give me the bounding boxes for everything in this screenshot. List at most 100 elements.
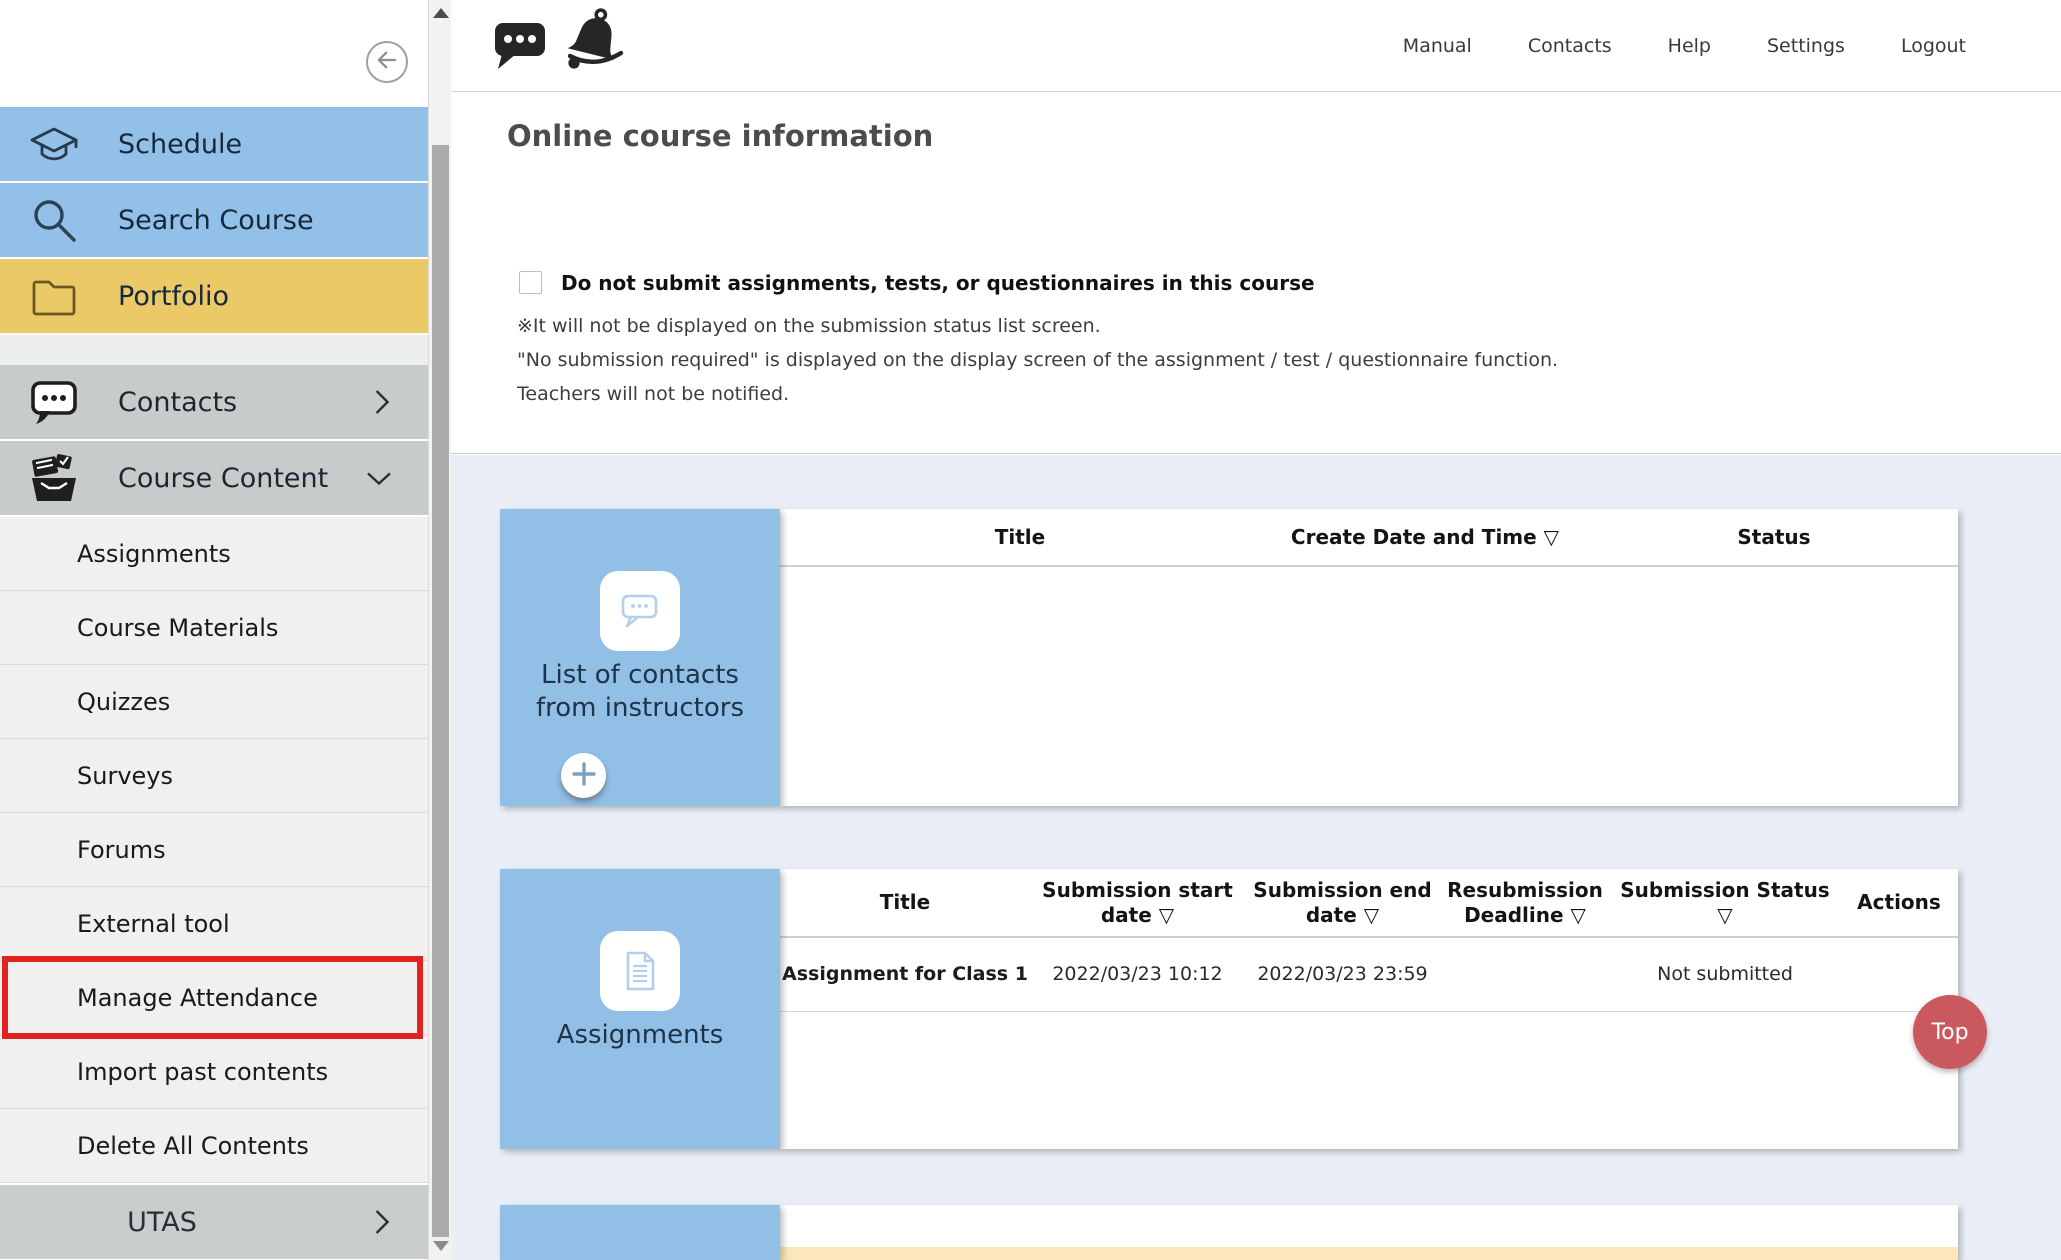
plus-icon <box>564 754 604 798</box>
sidebar-item-label: Import past contents <box>77 1058 328 1086</box>
sidebar-item-label: Course Materials <box>77 614 278 642</box>
column-header-resubmission-deadline[interactable]: Resubmission Deadline ▽ <box>1440 869 1610 936</box>
scroll-to-top-button[interactable]: Top <box>1913 995 1987 1069</box>
section-table: TitleSubmission start date ▽Submission e… <box>780 869 1958 1149</box>
magnifier-icon <box>28 194 80 246</box>
note-line: ※It will not be displayed on the submiss… <box>517 315 1558 337</box>
course-info-block: Online course information Do not submit … <box>451 93 2061 454</box>
section-assignments: AssignmentsTitleSubmission start date ▽S… <box>500 869 1958 1149</box>
chevron-right-icon <box>372 1207 394 1237</box>
no-submit-checkbox[interactable] <box>519 271 542 294</box>
sidebar-item-label: Portfolio <box>118 281 229 312</box>
graduation-cap-icon <box>28 118 80 170</box>
topbar-link-manual[interactable]: Manual <box>1403 35 1472 57</box>
column-header-submission-status[interactable]: Submission Status ▽ <box>1610 869 1840 936</box>
sidebar-item-label: Forums <box>77 836 166 864</box>
column-header-actions: Actions <box>1840 869 1958 936</box>
sidebar-item-label: Contacts <box>118 387 237 418</box>
sidebar-item-manage-attendance[interactable]: Manage Attendance <box>0 961 428 1035</box>
sidebar-item-forums[interactable]: Forums <box>0 813 428 887</box>
sidebar-item-label: Surveys <box>77 762 173 790</box>
chevron-down-icon <box>364 467 394 489</box>
section-panel: List of contacts from instructors <box>500 509 780 806</box>
topbar-link-help[interactable]: Help <box>1668 35 1711 57</box>
sidebar-item-external-tool[interactable]: External tool <box>0 887 428 961</box>
sidebar-item-contacts[interactable]: Contacts <box>0 365 428 439</box>
topbar-links: Manual Contacts Help Settings Logout <box>1403 0 2061 92</box>
sidebar-item-label: Search Course <box>118 205 314 236</box>
chat-bubble-icon <box>600 571 680 651</box>
sidebar-menu: Schedule Search Course Portfolio Contacts Co… <box>0 107 428 1259</box>
speech-bubble-icon <box>28 376 80 428</box>
sidebar: Schedule Search Course Portfolio Contacts Co… <box>0 0 428 1260</box>
topbar-link-logout[interactable]: Logout <box>1901 35 1966 57</box>
column-header-status: Status <box>1590 509 1958 565</box>
folder-icon <box>28 270 80 322</box>
sidebar-item-search-course[interactable]: Search Course <box>0 183 428 257</box>
section-table: TitleCreate Date and Time ▽Status <box>780 509 1958 806</box>
section-partial <box>500 1205 1958 1260</box>
section-panel-label: Assignments <box>508 1019 772 1052</box>
sidebar-item-surveys[interactable]: Surveys <box>0 739 428 813</box>
sidebar-collapse-button[interactable] <box>366 41 408 83</box>
sidebar-item-portfolio[interactable]: Portfolio <box>0 259 428 333</box>
sidebar-item-import-past-contents[interactable]: Import past contents <box>0 1035 428 1109</box>
sidebar-item-assignments[interactable]: Assignments <box>0 517 428 591</box>
scrollbar-down-arrow[interactable] <box>433 1241 449 1251</box>
chevron-right-icon <box>372 387 394 417</box>
section-list-of-contacts-from-instructors: List of contacts from instructors TitleCr… <box>500 509 1958 806</box>
sidebar-item-delete-all-contents[interactable]: Delete All Contents <box>0 1109 428 1183</box>
sidebar-item-label: Quizzes <box>77 688 170 716</box>
document-icon <box>600 931 680 1011</box>
topbar-link-contacts[interactable]: Contacts <box>1528 35 1612 57</box>
content-box-icon <box>28 452 80 504</box>
sidebar-gap <box>0 335 428 365</box>
main-area: Manual Contacts Help Settings Logout Online … <box>451 0 2061 1260</box>
section-table <box>780 1205 1958 1260</box>
table-row[interactable]: Assignment for Class 12022/03/23 10:1220… <box>780 938 1958 1012</box>
table-cell: Assignment for Class 1 <box>780 938 1030 1011</box>
section-panel: Assignments <box>500 869 780 1149</box>
arrow-left-icon <box>370 43 404 81</box>
table-cell: 2022/03/23 23:59 <box>1245 938 1440 1011</box>
add-contact-button[interactable] <box>561 753 606 798</box>
sidebar-item-label: Delete All Contents <box>77 1132 309 1160</box>
highlighted-row-partial <box>780 1247 1958 1260</box>
no-submit-checkbox-label: Do not submit assignments, tests, or que… <box>561 271 1315 295</box>
scrollbar-up-arrow[interactable] <box>433 8 449 18</box>
sidebar-item-schedule[interactable]: Schedule <box>0 107 428 181</box>
section-panel-label: List of contacts from instructors <box>508 659 772 725</box>
note-line: Teachers will not be notified. <box>517 383 1558 405</box>
sidebar-item-course-content[interactable]: Course Content <box>0 441 428 515</box>
sidebar-item-label: Assignments <box>77 540 231 568</box>
table-cell: 2022/03/23 10:12 <box>1030 938 1245 1011</box>
sidebar-scrollbar[interactable] <box>428 0 451 1260</box>
sidebar-item-utas[interactable]: UTAS <box>0 1185 428 1259</box>
bell-muted-icon[interactable] <box>559 4 631 76</box>
sidebar-item-label: Manage Attendance <box>77 984 318 1012</box>
notes: ※It will not be displayed on the submiss… <box>517 315 1558 417</box>
column-header-create-date-and-time[interactable]: Create Date and Time ▽ <box>1260 509 1590 565</box>
section-panel <box>500 1205 780 1260</box>
sidebar-item-quizzes[interactable]: Quizzes <box>0 665 428 739</box>
page-title: Online course information <box>507 119 933 153</box>
scrollbar-thumb[interactable] <box>432 145 449 1237</box>
sidebar-item-label: Schedule <box>118 129 242 160</box>
chat-icon[interactable] <box>491 16 549 72</box>
topbar: Manual Contacts Help Settings Logout <box>451 0 2061 92</box>
column-header-submission-end-date[interactable]: Submission end date ▽ <box>1245 869 1440 936</box>
table-header-partial <box>780 1205 1958 1247</box>
note-line: "No submission required" is displayed on… <box>517 349 1558 371</box>
table-header-row: TitleSubmission start date ▽Submission e… <box>780 869 1958 938</box>
column-header-submission-start-date[interactable]: Submission start date ▽ <box>1030 869 1245 936</box>
sidebar-item-label: Course Content <box>118 463 328 494</box>
topbar-link-settings[interactable]: Settings <box>1767 35 1845 57</box>
table-cell: Not submitted <box>1610 938 1840 1011</box>
sidebar-item-label: UTAS <box>127 1207 197 1238</box>
sidebar-item-course-materials[interactable]: Course Materials <box>0 591 428 665</box>
sidebar-item-label: External tool <box>77 910 230 938</box>
column-header-title: Title <box>780 509 1260 565</box>
table-header-row: TitleCreate Date and Time ▽Status <box>780 509 1958 567</box>
table-cell <box>1440 938 1610 1011</box>
column-header-title: Title <box>780 869 1030 936</box>
